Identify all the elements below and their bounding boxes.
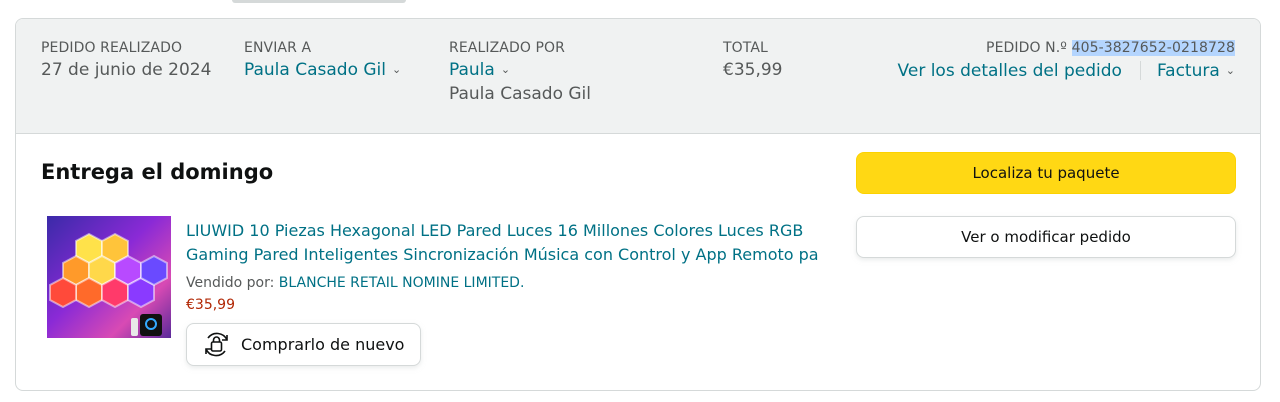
seller-link[interactable]: BLANCHE RETAIL NOMINE LIMITED.: [279, 275, 525, 291]
order-date-value: 27 de junio de 2024: [41, 60, 212, 80]
order-card: PEDIDO REALIZADO 27 de junio de 2024 ENV…: [15, 18, 1261, 391]
invoice-label: Factura: [1156, 61, 1220, 81]
chevron-down-icon: ⌄: [392, 63, 402, 76]
order-header: PEDIDO REALIZADO 27 de junio de 2024 ENV…: [16, 19, 1260, 134]
total-value: €35,99: [723, 60, 783, 80]
ship-to-column: ENVIAR A Paula Casado Gil ⌄: [244, 39, 401, 82]
product-title-link[interactable]: LIUWID 10 Piezas Hexagonal LED Pared Luc…: [186, 219, 836, 267]
product-info: LIUWID 10 Piezas Hexagonal LED Pared Luc…: [186, 219, 836, 315]
seller-label: Vendido por:: [186, 275, 275, 291]
placed-by-label: REALIZADO POR: [449, 40, 565, 56]
placed-by-column: REALIZADO POR Paula ⌄ Paula Casado Gil: [449, 39, 591, 106]
total-label: TOTAL: [723, 40, 768, 56]
total-column: TOTAL €35,99: [723, 39, 782, 82]
buy-again-button[interactable]: Comprarlo de nuevo: [186, 323, 421, 366]
seller-line: Vendido por: BLANCHE RETAIL NOMINE LIMIT…: [186, 273, 836, 293]
order-details-link[interactable]: Ver los detalles del pedido: [898, 59, 1122, 83]
order-date-label: PEDIDO REALIZADO: [41, 40, 183, 56]
delivery-status-title: Entrega el domingo: [41, 160, 274, 184]
order-number-value[interactable]: 405-3827652-0218728: [1071, 40, 1235, 56]
buy-again-label: Comprarlo de nuevo: [241, 335, 405, 354]
order-date-column: PEDIDO REALIZADO 27 de junio de 2024: [41, 39, 211, 82]
hexagon-lights-image: [49, 232, 168, 336]
placed-by-name: Paula: [449, 60, 495, 80]
product-image[interactable]: [47, 216, 171, 338]
placed-by-dropdown[interactable]: Paula ⌄: [449, 58, 510, 82]
chevron-down-icon: ⌄: [500, 63, 511, 76]
track-package-button[interactable]: Localiza tu paquete: [856, 152, 1236, 194]
product-price: €35,99: [186, 297, 235, 313]
order-number-column: PEDIDO N.º 405-3827652-0218728 Ver los d…: [898, 39, 1235, 83]
ship-to-label: ENVIAR A: [244, 40, 312, 56]
order-links: Ver los detalles del pedido Factura ⌄: [898, 58, 1235, 83]
view-modify-order-button[interactable]: Ver o modificar pedido: [856, 216, 1236, 258]
invoice-dropdown[interactable]: Factura ⌄: [1157, 59, 1235, 83]
ship-to-name: Paula Casado Gil: [244, 60, 387, 80]
buy-again-icon: [205, 332, 228, 357]
placed-by-fullname: Paula Casado Gil: [449, 84, 592, 104]
link-divider: [1139, 61, 1141, 80]
chevron-down-icon: ⌄: [1225, 64, 1235, 77]
order-number-label: PEDIDO N.º: [986, 40, 1067, 56]
order-number-line: PEDIDO N.º 405-3827652-0218728: [898, 39, 1235, 57]
ship-to-dropdown[interactable]: Paula Casado Gil ⌄: [244, 58, 401, 82]
dropdown-shadow: [232, 0, 406, 3]
